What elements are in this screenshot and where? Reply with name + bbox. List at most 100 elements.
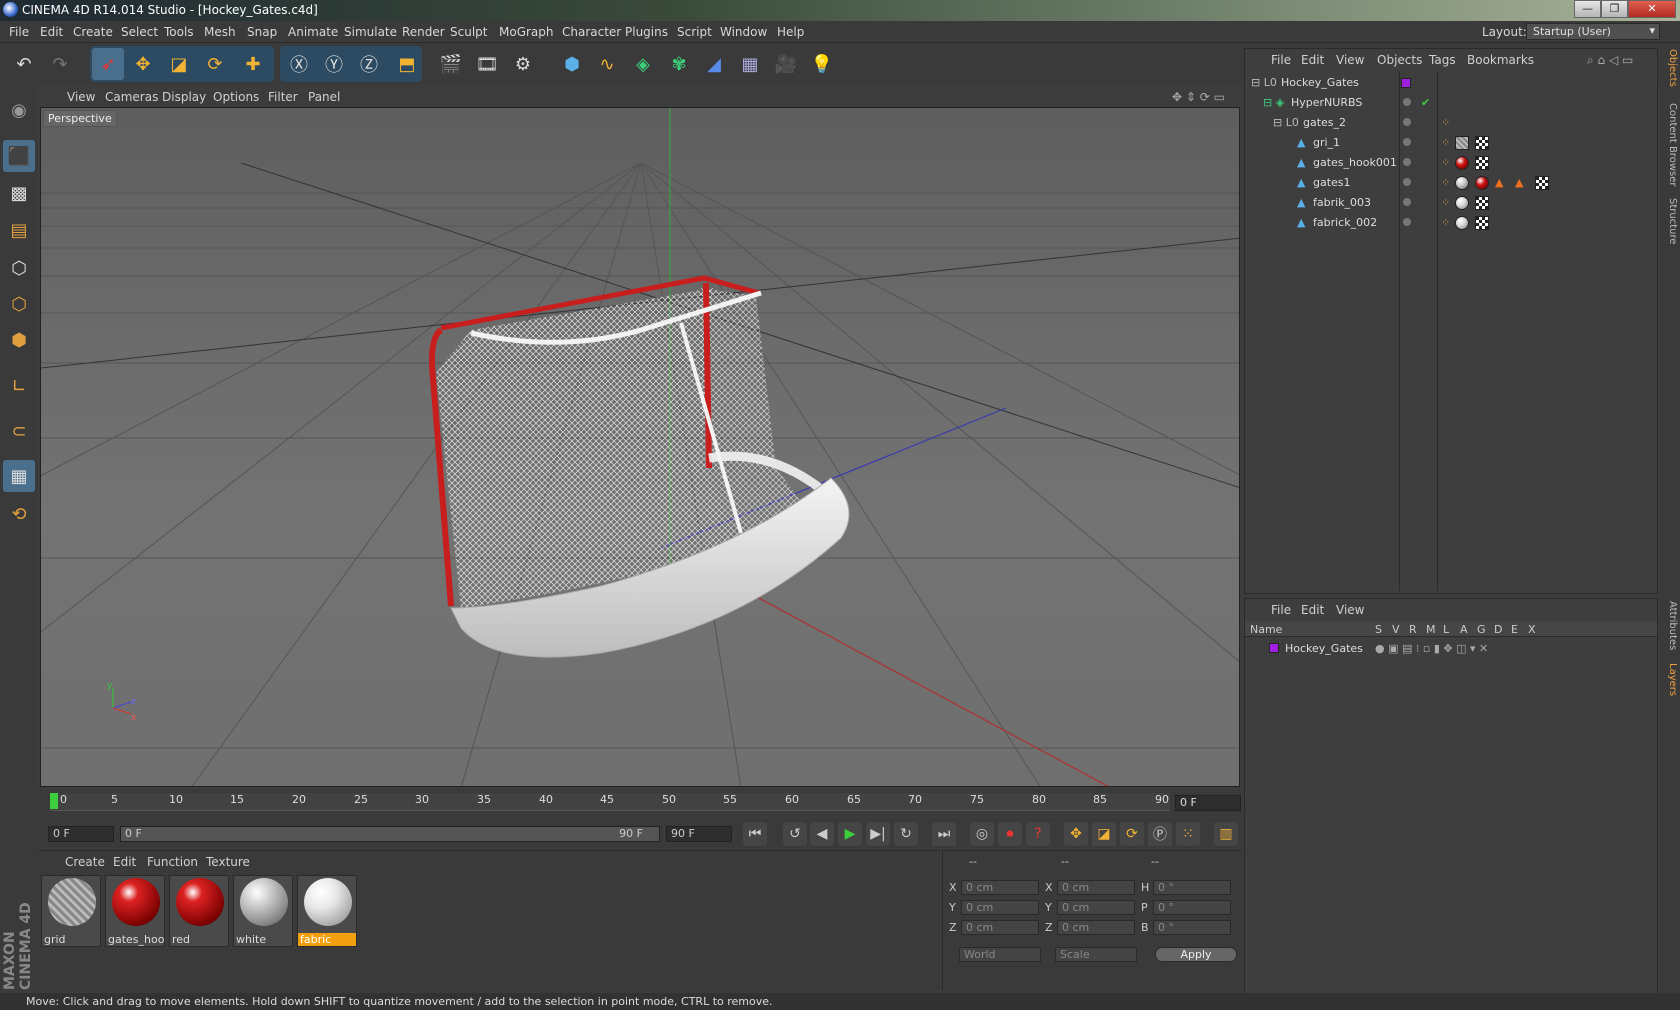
- edges-mode-icon[interactable]: ⬡: [3, 288, 35, 320]
- phong-tag-icon[interactable]: ⁘: [1441, 136, 1450, 149]
- visibility-dot[interactable]: [1403, 98, 1411, 106]
- x-axis-lock-icon[interactable]: Ⓧ: [283, 48, 315, 80]
- size-y-field[interactable]: 0 cm: [1057, 900, 1135, 915]
- object-menu-bookmarks[interactable]: Bookmarks: [1467, 53, 1534, 67]
- visibility-dot[interactable]: [1403, 198, 1411, 206]
- menu-tools[interactable]: Tools: [164, 25, 194, 39]
- tab-layers[interactable]: Layers: [1661, 663, 1678, 696]
- rotation-h-field[interactable]: 0 °: [1153, 880, 1231, 895]
- frame-range-slider[interactable]: 0 F 90 F: [120, 826, 660, 842]
- start-frame-field[interactable]: 0 F: [48, 826, 114, 842]
- layer-toggle-icons[interactable]: ● ▣ ▤ ⁝ ▫ ▮ ✥ ◫ ▾ ✕: [1375, 642, 1488, 655]
- object-menu-tags[interactable]: Tags: [1429, 53, 1456, 67]
- keyframe-selection-icon[interactable]: ?: [1026, 822, 1050, 846]
- key-scale-icon[interactable]: ◪: [1092, 822, 1116, 846]
- menu-help[interactable]: Help: [777, 25, 804, 39]
- grid-material-tag[interactable]: [1455, 136, 1469, 150]
- object-menu-objects[interactable]: Objects: [1377, 53, 1422, 67]
- object-row-fabrik-003[interactable]: ▲ fabrik_003 ⁘: [1245, 193, 1657, 213]
- layer-col-deformers[interactable]: D: [1494, 623, 1502, 636]
- render-picture-viewer-icon[interactable]: 🎞: [471, 48, 503, 80]
- menu-plugins[interactable]: Plugins: [625, 25, 668, 39]
- viewport-menu-options[interactable]: Options: [213, 90, 259, 104]
- key-rotation-icon[interactable]: ⟳: [1120, 822, 1144, 846]
- uvw-tag-icon[interactable]: [1475, 216, 1489, 230]
- phong-tag-icon[interactable]: ⁘: [1441, 196, 1450, 209]
- maximize-button[interactable]: ❐: [1601, 0, 1628, 18]
- visibility-dot[interactable]: [1403, 138, 1411, 146]
- viewport-menu-panel[interactable]: Panel: [308, 90, 340, 104]
- model-mode-icon[interactable]: ⬛: [3, 140, 35, 172]
- points-mode-icon[interactable]: ⬡: [3, 252, 35, 284]
- uvw-tag-icon[interactable]: [1475, 136, 1489, 150]
- previous-frame-icon[interactable]: ◀: [810, 822, 834, 846]
- material-menu-function[interactable]: Function: [147, 855, 198, 869]
- spline-icon[interactable]: ∿: [591, 48, 623, 80]
- tab-objects[interactable]: Objects: [1661, 49, 1678, 87]
- menu-animate[interactable]: Animate: [288, 25, 338, 39]
- object-row-hockey-gates[interactable]: ⊟ L0 Hockey_Gates: [1245, 73, 1657, 93]
- minimize-button[interactable]: —: [1574, 0, 1601, 18]
- layer-menu-file[interactable]: File: [1271, 603, 1291, 617]
- layer-col-manager[interactable]: M: [1426, 623, 1436, 636]
- object-menu-file[interactable]: File: [1271, 53, 1291, 67]
- playhead[interactable]: [50, 793, 58, 809]
- deformer-icon[interactable]: ◢: [698, 48, 730, 80]
- make-editable-icon[interactable]: ◉: [3, 94, 35, 126]
- object-row-fabrick-002[interactable]: ▲ fabrick_002 ⁘: [1245, 213, 1657, 233]
- fabric-material-tag[interactable]: [1455, 196, 1469, 210]
- autokey-icon[interactable]: ⏺: [998, 822, 1022, 846]
- menu-mograph[interactable]: MoGraph: [499, 25, 554, 39]
- visibility-dot[interactable]: [1403, 218, 1411, 226]
- menu-script[interactable]: Script: [677, 25, 712, 39]
- goto-end-icon[interactable]: ⏭: [932, 822, 956, 846]
- phong-tag-icon[interactable]: ⁘: [1441, 216, 1450, 229]
- snap-magnet-icon[interactable]: ⊂: [3, 415, 35, 447]
- perspective-viewport[interactable]: y zx Perspective: [40, 107, 1240, 787]
- red-material-tag[interactable]: [1475, 176, 1489, 190]
- floor-environment-icon[interactable]: ▦: [734, 48, 766, 80]
- object-search-icon[interactable]: ⌕ ⌂ ◁ ▭: [1587, 53, 1633, 68]
- rotate-tool-icon[interactable]: ⟳: [199, 48, 231, 80]
- nurbs-icon[interactable]: ◈: [627, 48, 659, 80]
- menu-snap[interactable]: Snap: [247, 25, 277, 39]
- menu-create[interactable]: Create: [73, 25, 113, 39]
- axis-mode-icon[interactable]: ∟: [3, 370, 35, 402]
- size-x-field[interactable]: 0 cm: [1057, 880, 1135, 895]
- end-frame-field[interactable]: 90 F: [666, 826, 732, 842]
- layer-col-expressions[interactable]: E: [1511, 623, 1518, 636]
- mograph-cloner-icon[interactable]: ✾: [663, 48, 695, 80]
- play-icon[interactable]: ▶: [838, 822, 862, 846]
- workplane-mode-icon[interactable]: ▤: [3, 214, 35, 246]
- render-view-icon[interactable]: 🎬: [435, 48, 467, 80]
- viewport-menu-filter[interactable]: Filter: [268, 90, 298, 104]
- key-pla-icon[interactable]: ⁙: [1176, 822, 1200, 846]
- goto-start-icon[interactable]: ⏮: [743, 822, 767, 846]
- menu-file[interactable]: File: [9, 25, 29, 39]
- menu-window[interactable]: Window: [720, 25, 767, 39]
- visibility-dot[interactable]: [1403, 118, 1411, 126]
- uvw-tag-icon[interactable]: [1475, 196, 1489, 210]
- next-frame-icon[interactable]: ▶|: [866, 822, 890, 846]
- timeline-ruler[interactable]: 0 5 10 15 20 25 30 35 40 45 50 55 60 65 …: [50, 793, 1170, 811]
- uvw-tag-icon[interactable]: [1475, 156, 1489, 170]
- selection-tag-icon[interactable]: ▲: [1495, 176, 1503, 189]
- layer-color-swatch[interactable]: [1269, 643, 1279, 653]
- material-menu-edit[interactable]: Edit: [113, 855, 136, 869]
- key-parameter-icon[interactable]: Ⓟ: [1148, 822, 1172, 846]
- layer-col-locked[interactable]: L: [1443, 623, 1449, 636]
- menu-sculpt[interactable]: Sculpt: [450, 25, 487, 39]
- white-material-tag[interactable]: [1455, 176, 1469, 190]
- layer-row-hockey-gates[interactable]: Hockey_Gates ● ▣ ▤ ⁝ ▫ ▮ ✥ ◫ ▾ ✕: [1245, 639, 1657, 659]
- phong-tag-icon[interactable]: ⁘: [1441, 156, 1450, 169]
- layer-col-xref[interactable]: X: [1528, 623, 1536, 636]
- workplane-lock-icon[interactable]: ▦: [3, 460, 35, 492]
- object-menu-view[interactable]: View: [1336, 53, 1364, 67]
- texture-mode-icon[interactable]: ▩: [3, 177, 35, 209]
- material-fabric[interactable]: fabric: [297, 875, 357, 947]
- position-z-field[interactable]: 0 cm: [961, 920, 1039, 935]
- phong-tag-icon[interactable]: ⁘: [1441, 116, 1450, 129]
- timeline-window-icon[interactable]: ▥: [1214, 822, 1238, 846]
- apply-button[interactable]: Apply: [1155, 947, 1237, 962]
- layer-col-view[interactable]: V: [1392, 623, 1400, 636]
